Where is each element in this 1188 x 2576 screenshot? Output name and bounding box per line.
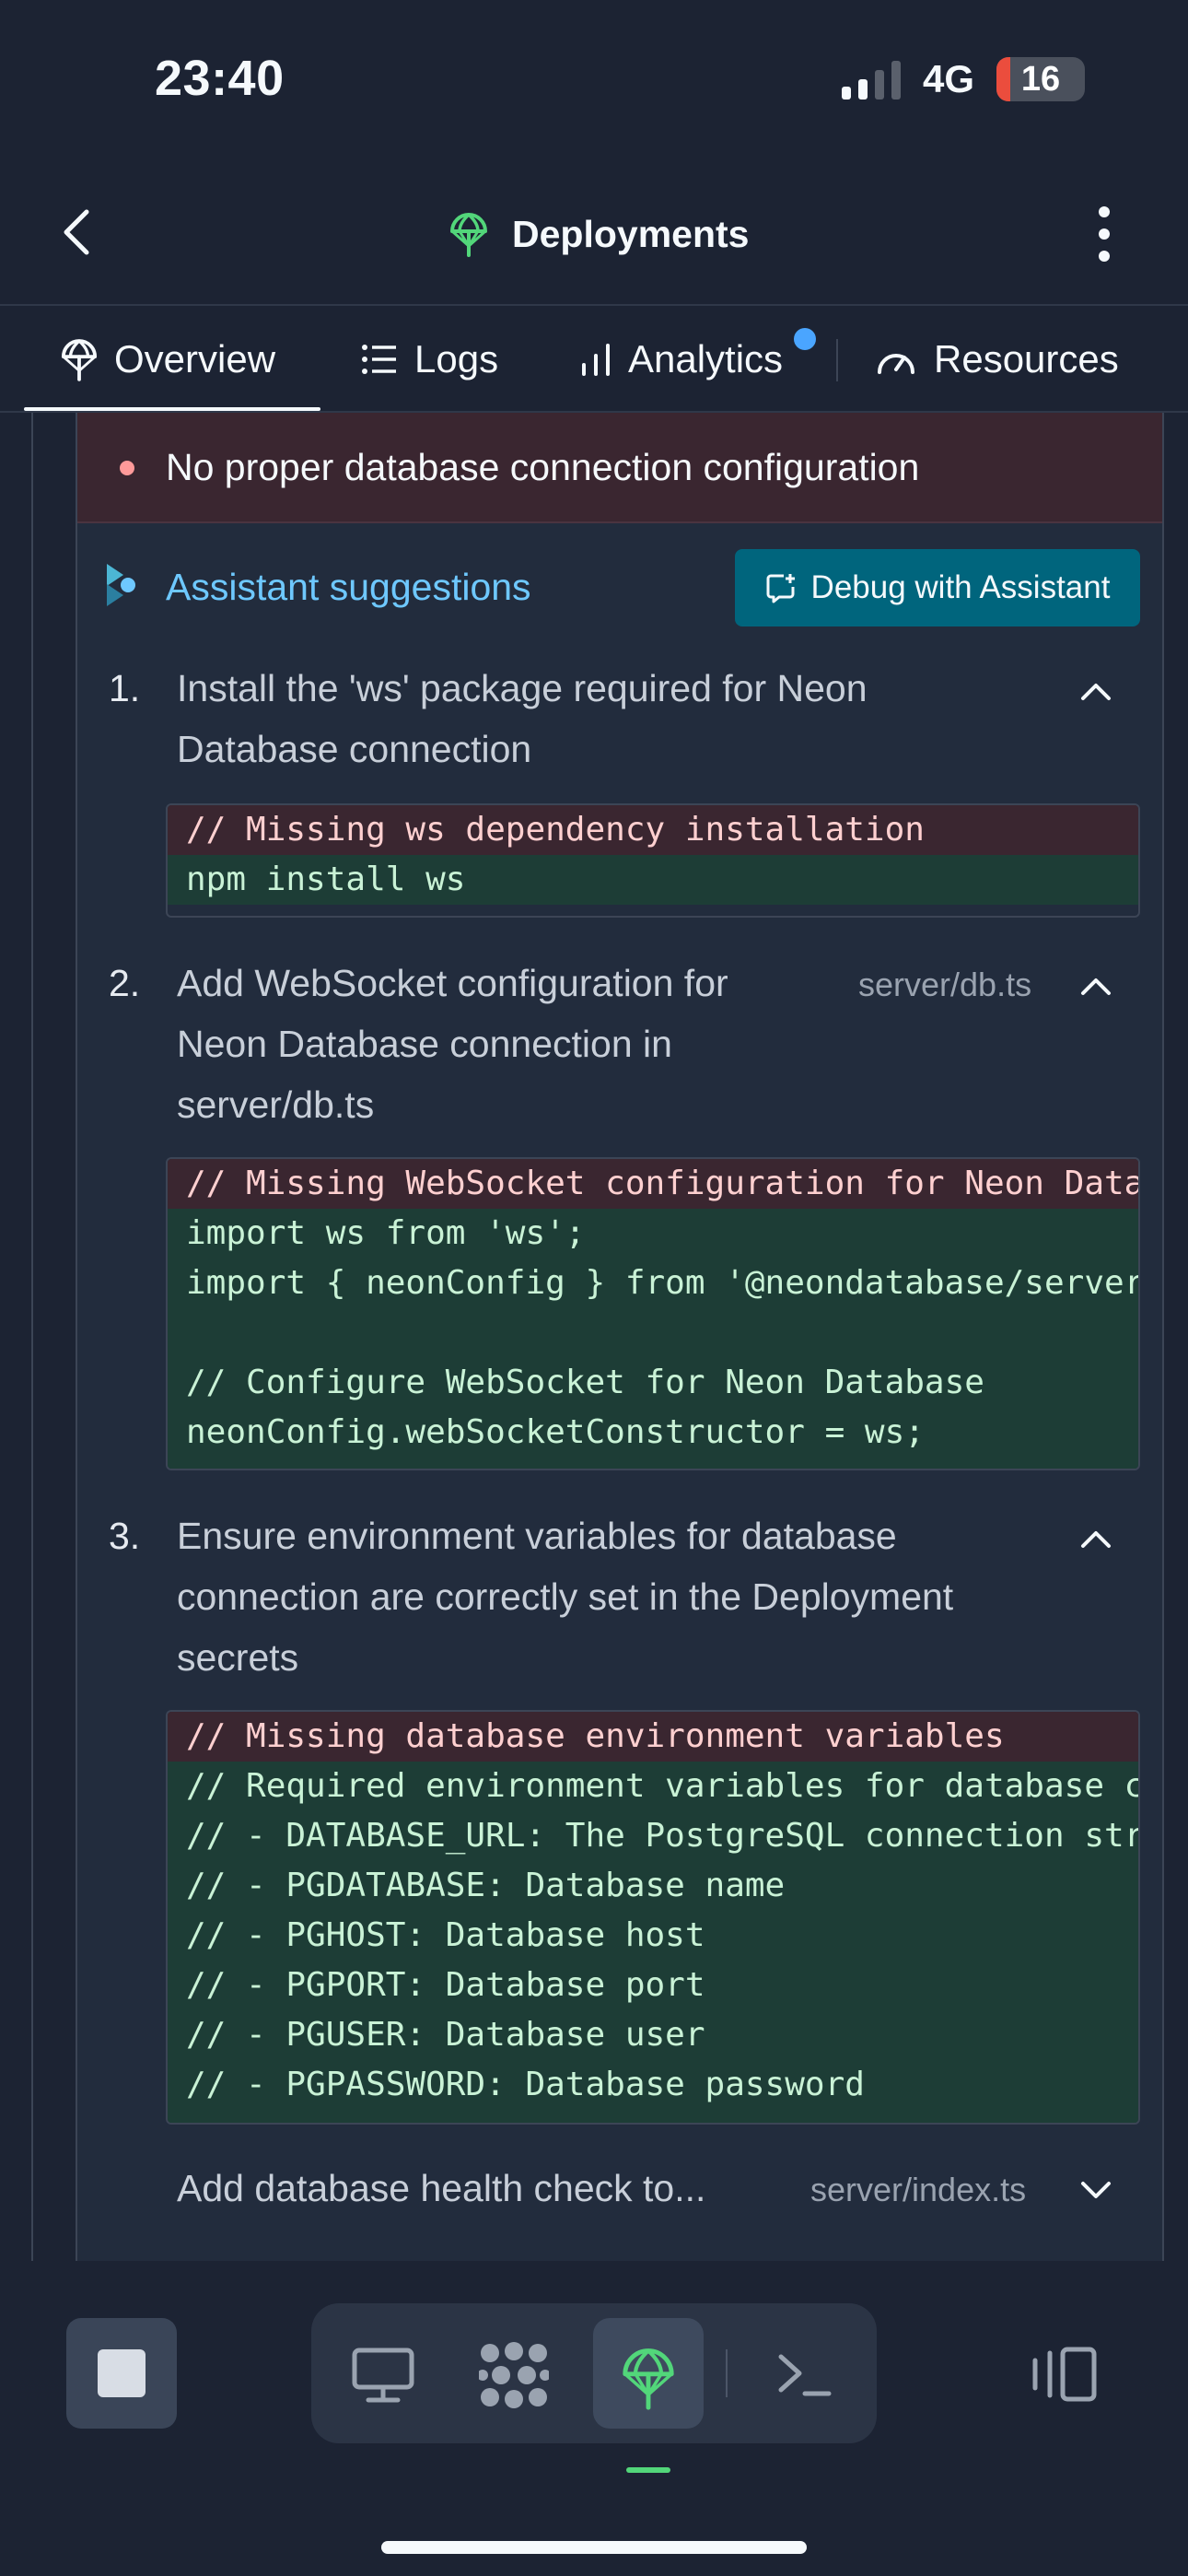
gauge-icon (878, 354, 914, 374)
status-time: 23:40 (155, 51, 285, 106)
suggestion-file: server/db.ts (858, 966, 1032, 1003)
code-pad (168, 2110, 1138, 2123)
panels-icon[interactable] (1030, 2346, 1098, 2403)
code-line-removed: // Missing ws dependency installation (168, 805, 1138, 855)
code-line-added: import { neonConfig } from '@neondatabas… (168, 1259, 1138, 1308)
tab-bar: Overview Logs Analytics Resources (0, 306, 1188, 413)
suggestion-title-line: Ensure environment variables for databas… (177, 1515, 897, 1557)
battery-icon: 16 (996, 57, 1085, 101)
code-line-added: // Required environment variables for da… (168, 1762, 1138, 1811)
code-line-removed: // Missing WebSocket configuration for N… (168, 1159, 1138, 1209)
signal-icon (842, 61, 901, 100)
home-indicator[interactable] (381, 2541, 807, 2554)
suggestion-title-line: Install the 'ws' package required for Ne… (177, 667, 868, 709)
suggestion-title[interactable]: Add database health check to... (177, 2158, 705, 2219)
suggestion-title-line: server/db.ts (177, 1083, 375, 1126)
stop-icon (98, 2349, 146, 2397)
workspace-icon[interactable] (479, 2342, 549, 2408)
debug-with-assistant-button[interactable]: Debug with Assistant (735, 549, 1140, 626)
deployments-icon (623, 2348, 674, 2410)
code-line-added: // Configure WebSocket for Neon Database (168, 1358, 1138, 1408)
code-line-added: npm install ws (168, 855, 1138, 905)
suggestion-title-line: Add WebSocket configuration for (177, 962, 728, 1004)
code-line-removed: // Missing database environment variable… (168, 1712, 1138, 1762)
suggestion-title-line: Neon Database connection in (177, 1023, 672, 1065)
chevron-up-icon[interactable] (1077, 1526, 1114, 1551)
tab-resources[interactable]: Resources (875, 306, 1119, 413)
timeline-rail (31, 413, 33, 2261)
code-diff: // Missing ws dependency installation np… (166, 803, 1140, 918)
active-tab-indicator (24, 407, 320, 411)
desktop-icon[interactable] (352, 2348, 414, 2403)
code-pad (168, 1458, 1138, 1469)
code-line-added: // - PGPORT: Database port (168, 1961, 1138, 2010)
more-options-icon[interactable] (1083, 206, 1125, 262)
tab-resources-label: Resources (934, 337, 1119, 381)
chevron-down-icon[interactable] (1077, 2178, 1114, 2204)
suggestion-title-line: Database connection (177, 728, 532, 770)
tab-analytics[interactable]: Analytics (580, 306, 783, 413)
code-line-added: // - PGUSER: Database user (168, 2010, 1138, 2060)
chevron-up-icon[interactable] (1077, 678, 1114, 704)
code-diff: // Missing WebSocket configuration for N… (166, 1157, 1140, 1470)
tab-overview[interactable]: Overview (61, 306, 275, 413)
code-line-added: // - PGHOST: Database host (168, 1911, 1138, 1961)
error-message: No proper database connection configurat… (166, 446, 920, 488)
pill-separator (726, 2349, 728, 2397)
active-nav-indicator (626, 2467, 670, 2473)
tab-logs-label: Logs (414, 337, 499, 381)
code-line-added: // - PGDATABASE: Database name (168, 1861, 1138, 1911)
code-line-added: neonConfig.webSocketConstructor = ws; (168, 1408, 1138, 1458)
suggestion-number: 2. (109, 962, 141, 1004)
code-line-added: import ws from 'ws'; (168, 1209, 1138, 1259)
tab-logs[interactable]: Logs (361, 306, 498, 413)
page-title-text: Deployments (512, 212, 750, 255)
code-line-added: // - PGPASSWORD: Database password (168, 2060, 1138, 2110)
list-icon (362, 345, 396, 374)
suggestion-title[interactable]: Install the 'ws' package required for Ne… (177, 658, 868, 779)
terminal-icon[interactable] (775, 2351, 833, 2399)
page-title: Deployments (449, 206, 749, 262)
error-bullet (120, 461, 134, 475)
suggestion-title[interactable]: Ensure environment variables for databas… (177, 1505, 953, 1688)
analytics-notification-dot (794, 328, 816, 350)
suggestion-number: 3. (109, 1515, 141, 1557)
tab-analytics-label: Analytics (628, 337, 784, 381)
suggestion-number: 1. (109, 667, 141, 709)
battery-cap (1079, 71, 1085, 88)
tab-overview-label: Overview (114, 337, 276, 381)
deployments-icon (61, 339, 98, 381)
assistant-suggestions-heading: Assistant suggestions (166, 566, 531, 608)
suggestion-file: server/index.ts (810, 2171, 1027, 2208)
assistant-icon (107, 564, 135, 606)
chat-add-icon (766, 574, 795, 603)
chevron-up-icon[interactable] (1077, 973, 1114, 999)
back-icon[interactable] (57, 205, 98, 260)
code-diff: // Missing database environment variable… (166, 1710, 1140, 2125)
bar-chart-icon (582, 344, 610, 376)
tab-separator (836, 339, 838, 381)
code-line-added (168, 1308, 1138, 1358)
suggestion-title-line: connection are correctly set in the Depl… (177, 1575, 954, 1618)
battery-level: 16 (1020, 60, 1061, 99)
network-type: 4G (923, 57, 975, 100)
suggestion-title-line: secrets (177, 1636, 299, 1679)
debug-button-label: Debug with Assistant (810, 569, 1111, 605)
code-line-added: // - DATABASE_URL: The PostgreSQL connec… (168, 1811, 1138, 1861)
deployments-icon (450, 213, 487, 257)
suggestion-title[interactable]: Add WebSocket configuration for Neon Dat… (177, 953, 728, 1135)
